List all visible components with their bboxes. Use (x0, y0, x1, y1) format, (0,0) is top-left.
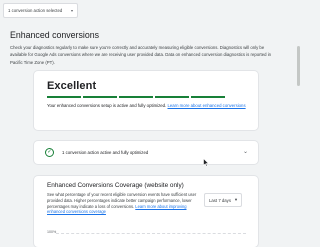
page-description: Check your diagnostics regularly to make… (10, 45, 272, 65)
status-text: Your enhanced conversions setup is activ… (47, 103, 247, 109)
mouse-cursor-icon (203, 158, 209, 167)
status-title: Excellent (47, 80, 97, 92)
scrollbar[interactable] (296, 20, 300, 247)
status-bar-segment (119, 95, 153, 98)
status-bar-segment (47, 95, 81, 98)
chevron-down-icon[interactable]: ⌄ (243, 148, 248, 155)
chart-tick-label: 100% (47, 230, 57, 234)
scrollbar-thumb[interactable] (296, 46, 300, 86)
chevron-down-icon: ▾ (70, 8, 73, 13)
status-bar-segment (155, 95, 189, 98)
conversion-status-row[interactable]: ✓ 1 conversion action active and fully o… (34, 141, 258, 164)
coverage-title: Enhanced Conversions Coverage (website o… (47, 182, 184, 189)
page: 1 conversion action selected ▾ Enhanced … (0, 0, 300, 247)
status-bar-segment (83, 95, 117, 98)
date-range-select[interactable]: Last 7 days ▾ (204, 193, 242, 207)
status-bar-segment (191, 95, 225, 98)
conversion-status-text: 1 conversion action active and fully opt… (62, 150, 149, 155)
check-circle-icon: ✓ (45, 148, 54, 157)
status-bars (47, 95, 225, 98)
chart-gridline (56, 233, 246, 234)
date-range-label: Last 7 days (209, 197, 231, 203)
learn-more-enhanced-link[interactable]: Learn more about enhanced conversions (167, 103, 245, 108)
chevron-down-icon: ▾ (234, 197, 237, 202)
selector-label: 1 conversion action selected (8, 8, 63, 13)
status-message: Your enhanced conversions setup is activ… (47, 103, 167, 108)
coverage-description: See what percentage of your recent eligi… (47, 192, 197, 215)
coverage-card: Enhanced Conversions Coverage (website o… (34, 176, 258, 247)
page-title: Enhanced conversions (10, 30, 100, 40)
conversion-action-selector[interactable]: 1 conversion action selected ▾ (3, 3, 78, 18)
status-card: Excellent Your enhanced conversions setu… (34, 71, 258, 130)
